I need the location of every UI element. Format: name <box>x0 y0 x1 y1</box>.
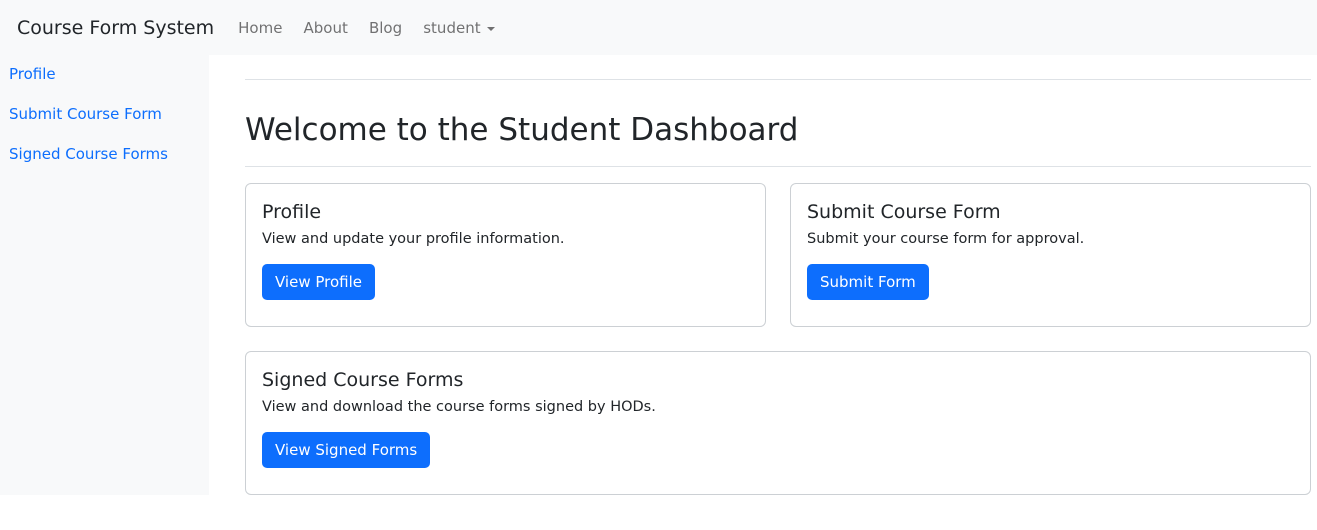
nav-blog[interactable]: Blog <box>369 19 402 37</box>
submit-course-form-card: Submit Course Form Submit your course fo… <box>790 183 1311 327</box>
nav-about[interactable]: About <box>304 19 348 37</box>
signed-course-forms-card: Signed Course Forms View and download th… <box>245 351 1311 495</box>
view-signed-forms-button[interactable]: View Signed Forms <box>262 432 431 468</box>
submit-form-button[interactable]: Submit Form <box>807 264 929 300</box>
dropdown-label: student <box>423 19 481 37</box>
card-title: Signed Course Forms <box>262 369 464 391</box>
page-title: Welcome to the Student Dashboard <box>245 112 799 148</box>
caret-down-icon <box>486 26 495 31</box>
card-title: Profile <box>262 201 322 223</box>
divider <box>245 166 1311 167</box>
card-title: Submit Course Form <box>807 201 1001 223</box>
card-text: Submit your course form for approval. <box>807 231 1085 247</box>
brand[interactable]: Course Form System <box>17 17 214 39</box>
card-text: View and update your profile information… <box>262 231 565 247</box>
nav-links: Home About Blog student <box>238 18 510 37</box>
sidebar-item-submit-course-form[interactable]: Submit Course Form <box>9 105 162 123</box>
view-profile-button[interactable]: View Profile <box>262 264 376 300</box>
sidebar-item-signed-course-forms[interactable]: Signed Course Forms <box>9 145 168 163</box>
card-text: View and download the course forms signe… <box>262 399 656 415</box>
navbar: Course Form System Home About Blog stude… <box>0 0 1317 55</box>
sidebar: Profile Submit Course Form Signed Course… <box>0 55 209 495</box>
divider <box>245 79 1311 80</box>
profile-card: Profile View and update your profile inf… <box>245 183 766 327</box>
nav-home[interactable]: Home <box>238 19 282 37</box>
nav-student-dropdown[interactable]: student <box>423 19 495 37</box>
sidebar-item-profile[interactable]: Profile <box>9 65 56 83</box>
